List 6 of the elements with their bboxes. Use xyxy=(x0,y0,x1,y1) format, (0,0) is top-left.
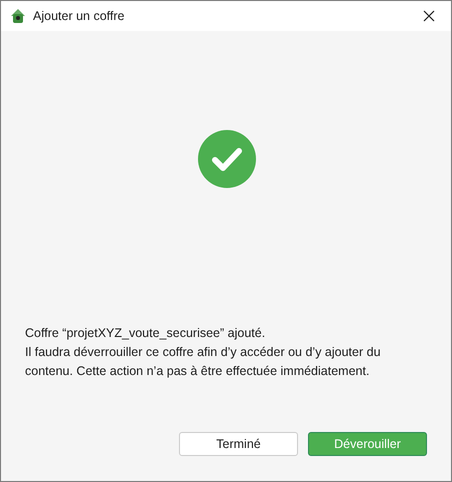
close-icon xyxy=(423,10,435,22)
window-title: Ajouter un coffre xyxy=(33,9,124,23)
message-text: Coffre “projetXYZ_voute_securisee” ajouté. xyxy=(25,325,266,342)
done-button[interactable]: Terminé xyxy=(179,432,298,456)
app-icon xyxy=(9,8,27,24)
message-text: Il faudra déverrouiller ce coffre afin d’y accéder ou d’y ajouter du contenu. Cette action n’a pas à être effectuée immédiatement. xyxy=(25,344,382,380)
